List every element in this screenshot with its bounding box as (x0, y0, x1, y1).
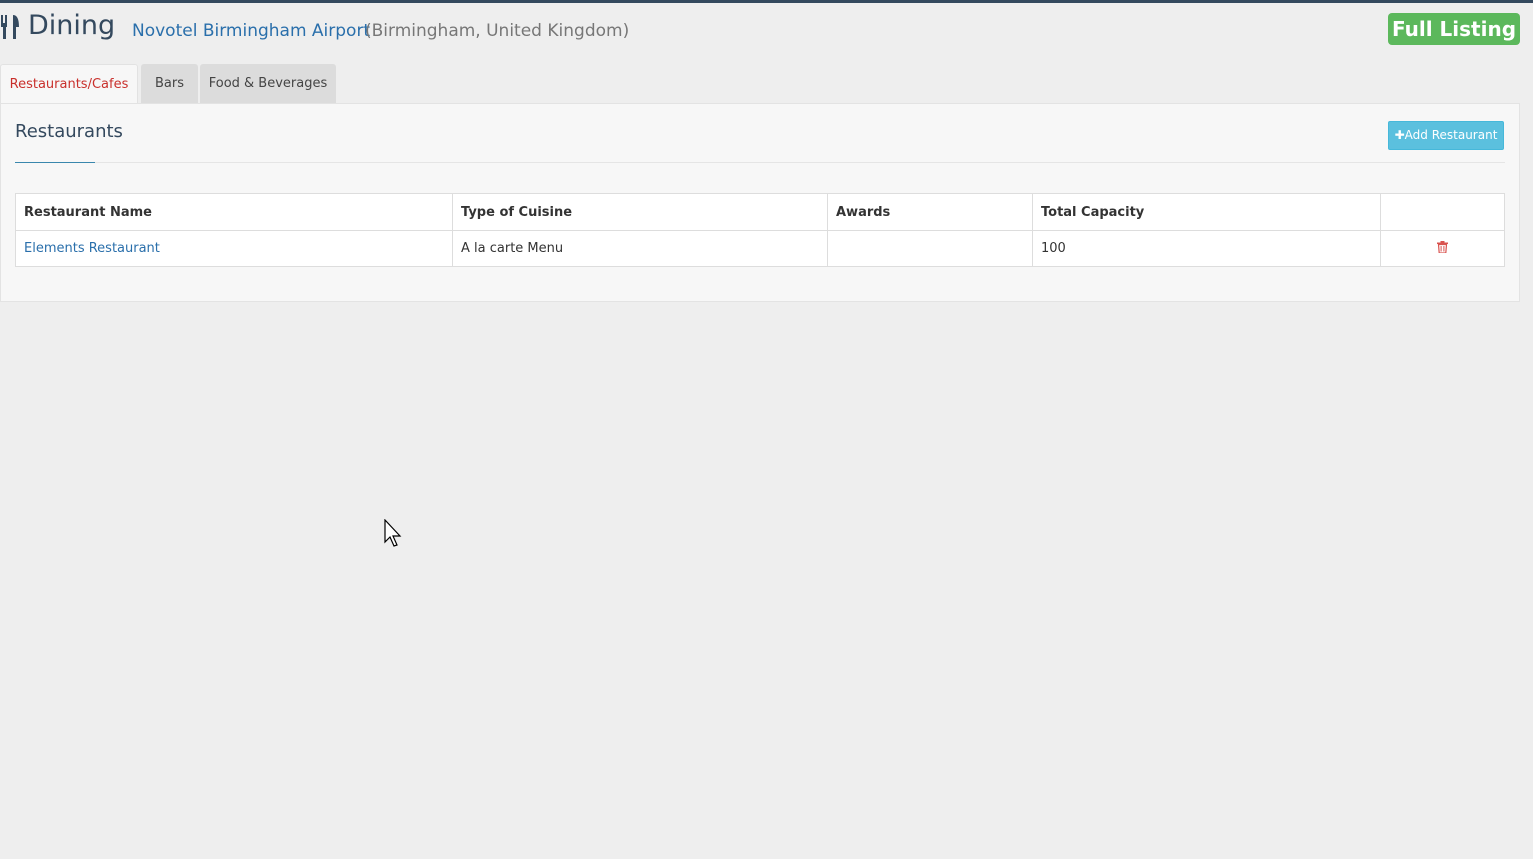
column-header-name: Restaurant Name (15, 193, 453, 231)
panel-title-underline (15, 162, 95, 163)
panel-divider (15, 162, 1505, 163)
tab-bars[interactable]: Bars (141, 64, 198, 103)
cuisine-cell: A la carte Menu (452, 230, 828, 267)
column-header-actions (1380, 193, 1505, 231)
restaurant-name-cell: Elements Restaurant (15, 230, 453, 267)
mouse-pointer-icon (384, 518, 404, 551)
column-header-cuisine: Type of Cuisine (452, 193, 828, 231)
add-restaurant-label: Add Restaurant (1404, 128, 1498, 142)
plus-icon: ✚ (1394, 128, 1405, 142)
hotel-name-link[interactable]: Novotel Birmingham Airport (132, 21, 370, 41)
table-header-row: Restaurant Name Type of Cuisine Awards T… (15, 193, 1505, 231)
restaurants-panel: Restaurants ✚Add Restaurant Restaurant N… (0, 103, 1520, 302)
table-row: Elements Restaurant A la carte Menu 100 (15, 230, 1505, 267)
column-header-awards: Awards (827, 193, 1033, 231)
column-header-capacity: Total Capacity (1032, 193, 1381, 231)
capacity-cell: 100 (1032, 230, 1381, 267)
restaurant-name-link[interactable]: Elements Restaurant (24, 241, 160, 256)
trash-icon[interactable] (1437, 240, 1448, 257)
actions-cell (1380, 230, 1505, 267)
restaurants-table: Restaurant Name Type of Cuisine Awards T… (15, 193, 1505, 267)
hotel-location: (Birmingham, United Kingdom) (365, 21, 630, 41)
full-listing-button[interactable]: Full Listing (1388, 13, 1520, 45)
tab-restaurants-cafes[interactable]: Restaurants/Cafes (0, 64, 138, 104)
page-title: Dining (28, 10, 116, 41)
awards-cell (827, 230, 1033, 267)
panel-title: Restaurants (15, 121, 123, 142)
tab-food-beverages[interactable]: Food & Beverages (200, 64, 336, 103)
add-restaurant-button[interactable]: ✚Add Restaurant (1388, 121, 1504, 150)
page-header: Dining Novotel Birmingham Airport (Birmi… (0, 3, 1533, 58)
cutlery-icon (0, 13, 22, 43)
